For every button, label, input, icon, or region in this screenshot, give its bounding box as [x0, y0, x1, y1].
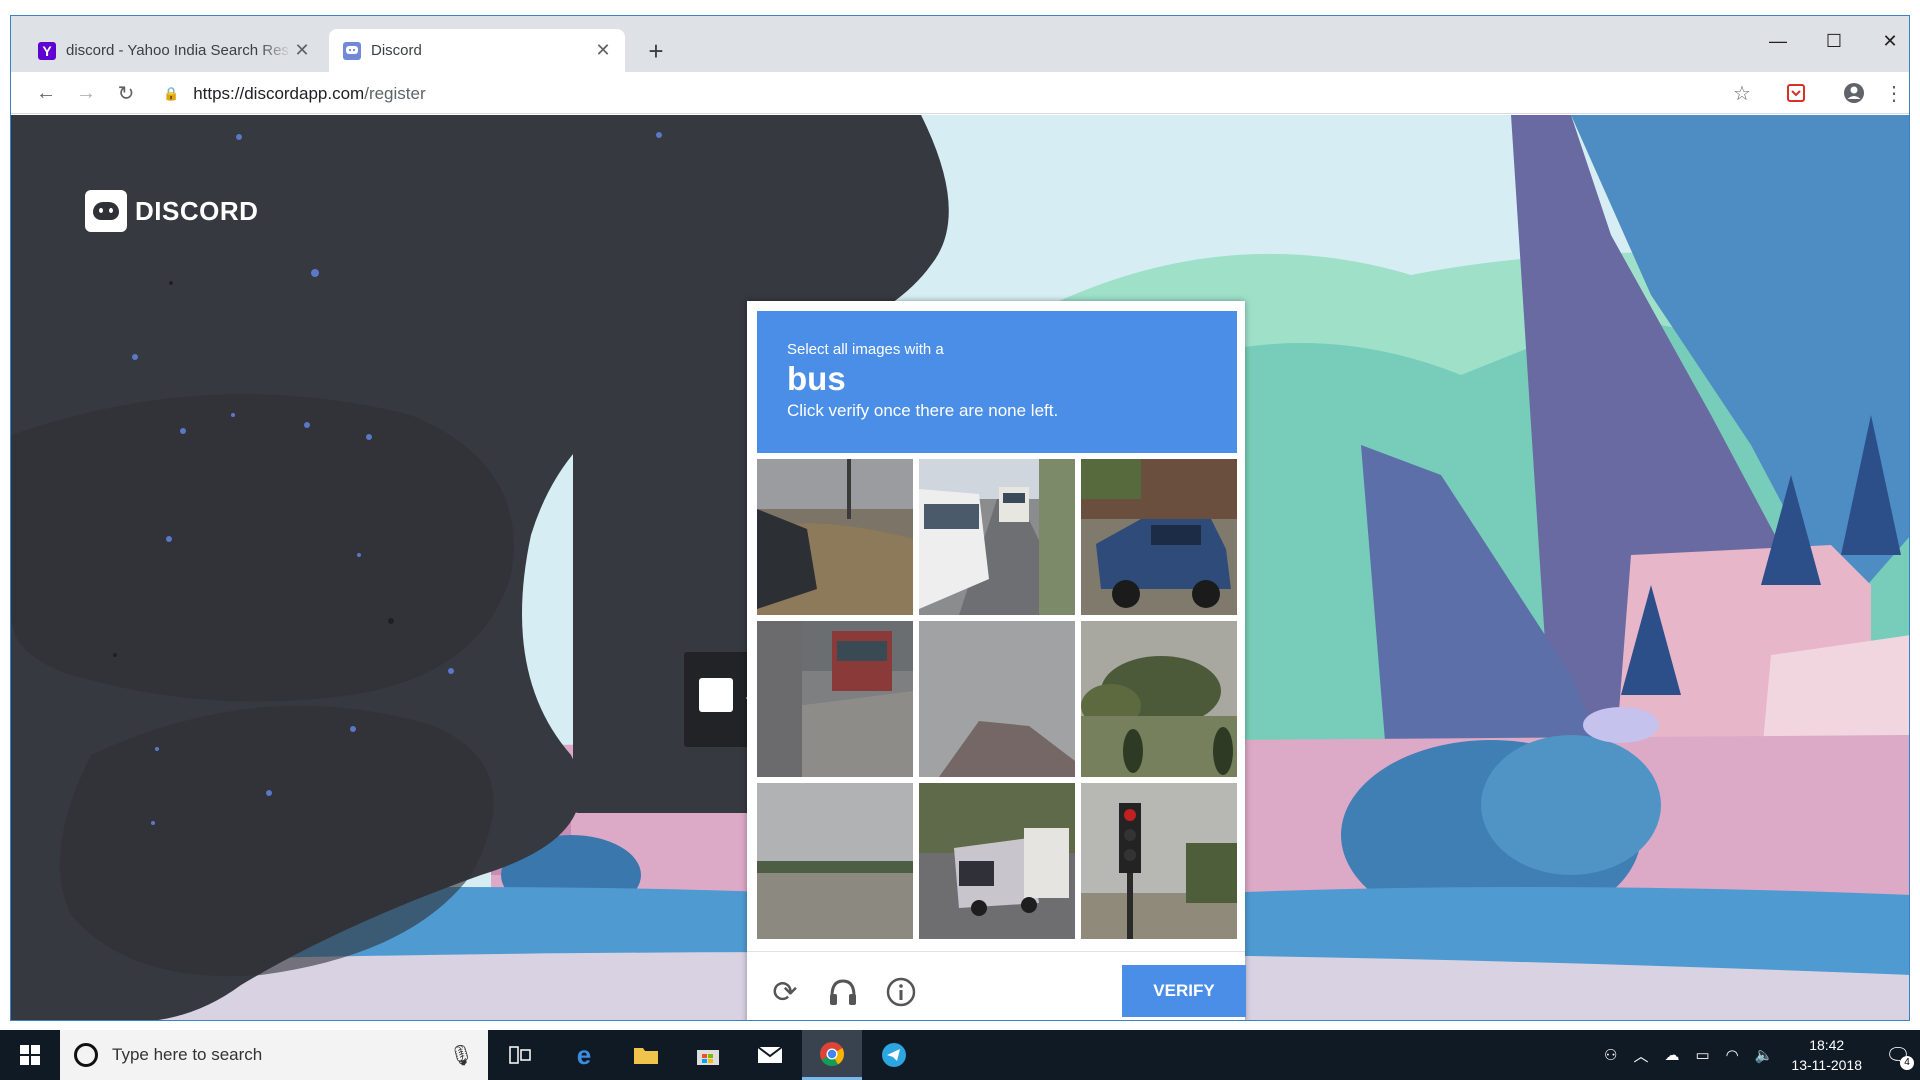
minimize-button[interactable]: —: [1755, 26, 1801, 56]
captcha-image-tile[interactable]: [757, 783, 913, 939]
image-grid: [757, 459, 1237, 939]
bookmark-star-icon[interactable]: ☆: [1727, 78, 1757, 108]
start-button[interactable]: [0, 1030, 60, 1080]
onedrive-icon[interactable]: ☁: [1664, 1046, 1679, 1064]
file-explorer-icon[interactable]: [616, 1030, 676, 1080]
menu-icon[interactable]: ⋮: [1879, 78, 1909, 108]
url-host: https://discordapp.com: [193, 84, 365, 103]
volume-icon[interactable]: 🔈: [1755, 1046, 1774, 1064]
task-view-icon[interactable]: [490, 1030, 550, 1080]
discord-icon: [343, 41, 361, 60]
tab-discord[interactable]: Discord ✕: [329, 29, 625, 72]
browser-toolbar: ← → ↻ 🔒 https://discordapp.com /register…: [11, 72, 1909, 114]
telegram-icon[interactable]: [864, 1030, 924, 1080]
challenge-footer: ⟳ VERIFY: [747, 951, 1246, 1020]
discord-logo-icon: [85, 190, 127, 232]
microphone-icon[interactable]: 🎙: [449, 1043, 474, 1068]
close-window-button[interactable]: ✕: [1867, 26, 1909, 56]
new-tab-button[interactable]: +: [641, 36, 671, 67]
captcha-image-tile[interactable]: [757, 621, 913, 777]
close-tab-icon[interactable]: ✕: [292, 40, 312, 61]
notification-count: 4: [1900, 1056, 1914, 1070]
captcha-image-tile[interactable]: [919, 783, 1075, 939]
captcha-image-tile[interactable]: [919, 459, 1075, 615]
store-icon[interactable]: [678, 1030, 738, 1080]
cortana-icon: [74, 1043, 98, 1067]
chrome-icon[interactable]: [802, 1030, 862, 1080]
people-icon[interactable]: ⚇: [1604, 1046, 1617, 1064]
clock[interactable]: 18:42 13-11-2018: [1791, 1035, 1862, 1075]
search-placeholder: Type here to search: [112, 1045, 263, 1064]
wifi-icon[interactable]: ◠: [1726, 1046, 1739, 1064]
captcha-image-tile[interactable]: [1081, 783, 1237, 939]
maximize-button[interactable]: ☐: [1811, 26, 1857, 56]
captcha-challenge: Select all images with a bus Click verif…: [747, 301, 1246, 1020]
challenge-prompt: Select all images with a bus Click verif…: [757, 311, 1237, 453]
windows-taskbar: Type here to search 🎙 e ⚇ ︿ ☁ ▭ ◠ 🔈 18:4…: [0, 1030, 1920, 1080]
action-center-icon[interactable]: 🗨 4: [1876, 1030, 1920, 1080]
back-icon[interactable]: ←: [31, 78, 61, 108]
close-tab-icon[interactable]: ✕: [593, 40, 613, 61]
taskbar-search[interactable]: Type here to search 🎙: [60, 1030, 488, 1080]
system-tray: ⚇ ︿ ☁ ▭ ◠ 🔈 18:42 13-11-2018 🗨 4: [1596, 1030, 1920, 1080]
captcha-image-tile[interactable]: [1081, 459, 1237, 615]
captcha-image-tile[interactable]: [1081, 621, 1237, 777]
captcha-image-tile[interactable]: [919, 621, 1075, 777]
captcha-checkbox-widget: [684, 652, 755, 747]
reload-icon[interactable]: ↻: [111, 78, 141, 108]
info-icon[interactable]: [883, 974, 919, 1010]
browser-window: Y discord - Yahoo India Search Res ✕ Dis…: [10, 15, 1910, 1021]
headphones-icon[interactable]: [825, 974, 861, 1010]
challenge-instruction: Select all images with a: [787, 341, 944, 358]
captcha-checkbox[interactable]: [699, 678, 733, 712]
profile-icon[interactable]: [1839, 78, 1869, 108]
tab-yahoo-search[interactable]: Y discord - Yahoo India Search Res ✕: [24, 29, 324, 72]
yahoo-icon: Y: [38, 41, 56, 60]
clock-date: 13-11-2018: [1791, 1057, 1862, 1073]
lock-icon: 🔒: [163, 86, 180, 101]
mail-icon[interactable]: [740, 1030, 800, 1080]
tab-strip: Y discord - Yahoo India Search Res ✕ Dis…: [11, 16, 1909, 72]
verify-button[interactable]: VERIFY: [1122, 965, 1246, 1017]
battery-icon[interactable]: ▭: [1695, 1046, 1709, 1064]
clock-time: 18:42: [1809, 1037, 1845, 1053]
url-path: /register: [364, 84, 426, 103]
forward-icon[interactable]: →: [71, 78, 101, 108]
address-bar[interactable]: 🔒 https://discordapp.com /register: [163, 80, 1763, 108]
edge-icon[interactable]: e: [554, 1030, 614, 1080]
challenge-subtext: Click verify once there are none left.: [787, 401, 1059, 420]
refresh-icon[interactable]: ⟳: [767, 974, 803, 1010]
tab-title: discord - Yahoo India Search Res: [66, 42, 289, 59]
windows-logo-icon: [20, 1045, 40, 1065]
discord-register-page: DISCORD Select all images with a bus Cli…: [11, 115, 1909, 1020]
extension-icon[interactable]: [1781, 78, 1811, 108]
tab-title: Discord: [371, 42, 422, 59]
challenge-target: bus: [787, 360, 846, 397]
captcha-image-tile[interactable]: [757, 459, 913, 615]
discord-logo-text: DISCORD: [135, 195, 259, 226]
discord-logo[interactable]: DISCORD: [85, 190, 258, 232]
show-hidden-icons-icon[interactable]: ︿: [1633, 1045, 1648, 1066]
